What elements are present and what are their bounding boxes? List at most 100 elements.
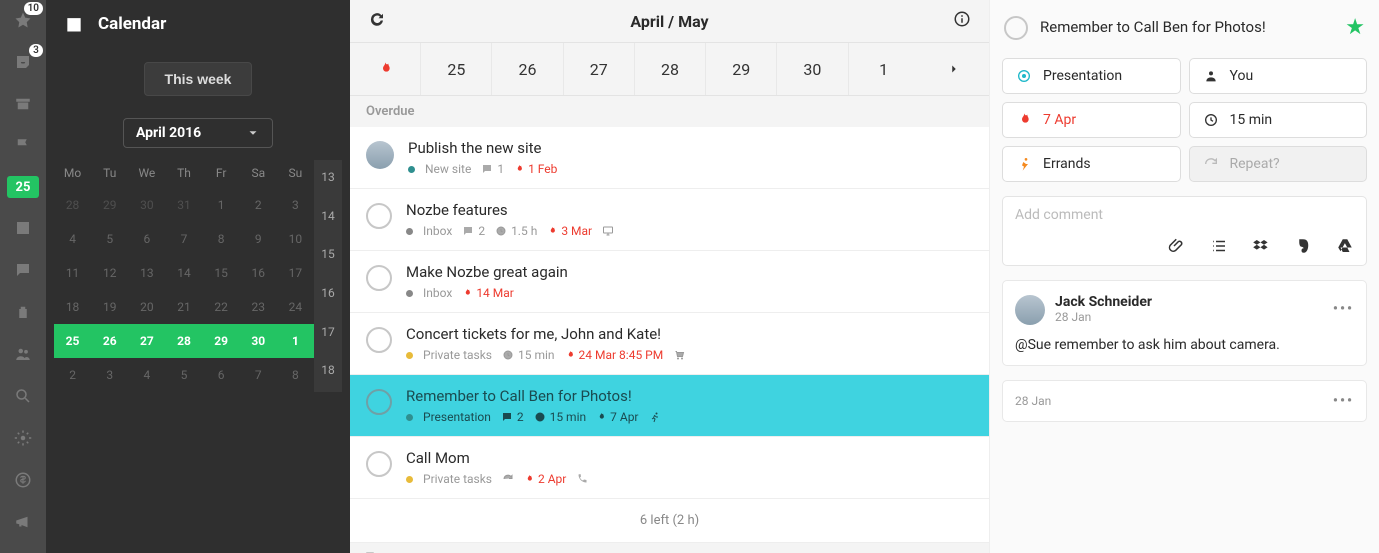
calendar-cell[interactable]: 3 [277, 188, 314, 222]
day-tab[interactable]: 30 [777, 43, 848, 95]
tab-overdue[interactable] [350, 43, 421, 95]
calendar-sidebar: Calendar This week April 2016 MoTuWeThFr… [46, 0, 350, 553]
calendar-cell[interactable]: 13 [128, 256, 165, 290]
comment-date: 28 Jan [1055, 310, 1152, 324]
complete-toggle[interactable] [366, 203, 392, 229]
day-tab[interactable]: 29 [706, 43, 777, 95]
calendar-cell[interactable]: 5 [91, 222, 128, 256]
day-tab[interactable]: 27 [564, 43, 635, 95]
calendar-cell[interactable]: 7 [240, 358, 277, 392]
dropbox-icon[interactable] [1252, 237, 1270, 255]
calendar-cell[interactable]: 18 [54, 290, 91, 324]
calendar-cell[interactable]: 14 [165, 256, 202, 290]
calendar-cell[interactable]: 2 [54, 358, 91, 392]
calendar-cell[interactable]: 28 [165, 324, 202, 358]
calendar-cell[interactable]: 30 [240, 324, 277, 358]
calendar-cell[interactable]: 19 [91, 290, 128, 324]
calendar-cell[interactable]: 4 [128, 358, 165, 392]
calendar-cell[interactable]: 30 [128, 188, 165, 222]
drive-icon[interactable] [1336, 237, 1354, 255]
rail-announce[interactable] [7, 510, 39, 534]
comment-more[interactable]: ••• [1333, 393, 1354, 409]
calendar-cell[interactable]: 21 [165, 290, 202, 324]
calendar-cell[interactable]: 3 [91, 358, 128, 392]
calendar-cell[interactable]: 1 [277, 324, 314, 358]
this-week-button[interactable]: This week [144, 62, 253, 96]
refresh-button[interactable] [368, 10, 386, 32]
calendar-cell[interactable]: 11 [54, 256, 91, 290]
comment-box[interactable]: Add comment [1002, 196, 1367, 266]
rail-star[interactable]: 10 [7, 8, 39, 32]
detail-complete-toggle[interactable] [1004, 16, 1028, 40]
pill-assignee[interactable]: You [1189, 58, 1368, 94]
complete-toggle[interactable] [366, 265, 392, 291]
complete-toggle[interactable] [366, 451, 392, 477]
complete-toggle[interactable] [366, 389, 392, 415]
task-row[interactable]: Concert tickets for me, John and Kate!Pr… [350, 313, 989, 375]
day-tab[interactable]: 25 [421, 43, 492, 95]
tab-next[interactable] [919, 43, 989, 95]
avatar[interactable] [366, 141, 394, 169]
calendar-cell[interactable]: 29 [91, 188, 128, 222]
day-tab[interactable]: 28 [635, 43, 706, 95]
task-row[interactable]: Make Nozbe great againInbox14 Mar [350, 251, 989, 313]
calendar-cell[interactable]: 10 [277, 222, 314, 256]
task-row[interactable]: Call MomPrivate tasks2 Apr [350, 437, 989, 499]
calendar-cell[interactable]: 6 [128, 222, 165, 256]
calendar-cell[interactable]: 29 [203, 324, 240, 358]
calendar-cell[interactable]: 9 [240, 222, 277, 256]
rail-search[interactable] [7, 384, 39, 408]
calendar-cell[interactable]: 4 [54, 222, 91, 256]
day-tab[interactable]: 1 [849, 43, 919, 95]
calendar-cell[interactable]: 25 [54, 324, 91, 358]
calendar-cell[interactable]: 26 [91, 324, 128, 358]
list-icon[interactable] [1210, 237, 1228, 255]
comment-input[interactable]: Add comment [1015, 207, 1354, 223]
calendar-cell[interactable]: 27 [128, 324, 165, 358]
day-tab[interactable]: 26 [492, 43, 563, 95]
calendar-cell[interactable]: 28 [54, 188, 91, 222]
star-icon[interactable]: ★ [1345, 15, 1365, 40]
task-row[interactable]: Remember to Call Ben for Photos!Presenta… [350, 375, 989, 437]
calendar-cell[interactable]: 1 [203, 188, 240, 222]
calendar-cell[interactable]: 8 [203, 222, 240, 256]
rail-billing[interactable] [7, 468, 39, 492]
calendar-cell[interactable]: 7 [165, 222, 202, 256]
calendar-cell[interactable]: 8 [277, 358, 314, 392]
rail-flag[interactable] [7, 134, 39, 158]
rail-inbox[interactable]: 3 [7, 50, 39, 74]
rail-archive[interactable] [7, 92, 39, 116]
rail-team[interactable] [7, 342, 39, 366]
month-select[interactable]: April 2016 [123, 118, 273, 148]
task-row[interactable]: Publish the new siteNew site11 Feb [350, 127, 989, 189]
calendar-cell[interactable]: 6 [203, 358, 240, 392]
calendar-cell[interactable]: 31 [165, 188, 202, 222]
calendar-cell[interactable]: 5 [165, 358, 202, 392]
running-icon [649, 411, 661, 423]
info-button[interactable] [953, 10, 971, 32]
rail-luggage[interactable] [7, 300, 39, 324]
task-row[interactable]: Nozbe featuresInbox21.5 h3 Mar [350, 189, 989, 251]
calendar-cell[interactable]: 24 [277, 290, 314, 324]
pill-time[interactable]: 15 min [1189, 102, 1368, 138]
complete-toggle[interactable] [366, 327, 392, 353]
pill-repeat[interactable]: Repeat? [1189, 146, 1368, 182]
evernote-icon[interactable] [1294, 237, 1312, 255]
rail-calendar[interactable]: 25 [7, 176, 39, 198]
calendar-cell[interactable]: 12 [91, 256, 128, 290]
pill-category[interactable]: Errands [1002, 146, 1181, 182]
calendar-cell[interactable]: 15 [203, 256, 240, 290]
calendar-cell[interactable]: 22 [203, 290, 240, 324]
calendar-cell[interactable]: 16 [240, 256, 277, 290]
attach-icon[interactable] [1168, 237, 1186, 255]
pill-project[interactable]: Presentation [1002, 58, 1181, 94]
calendar-cell[interactable]: 2 [240, 188, 277, 222]
calendar-cell[interactable]: 23 [240, 290, 277, 324]
pill-due[interactable]: 7 Apr [1002, 102, 1181, 138]
rail-settings[interactable] [7, 426, 39, 450]
rail-chat[interactable] [7, 258, 39, 282]
comment-more[interactable]: ••• [1333, 301, 1354, 317]
calendar-cell[interactable]: 20 [128, 290, 165, 324]
calendar-cell[interactable]: 17 [277, 256, 314, 290]
rail-templates[interactable] [7, 216, 39, 240]
